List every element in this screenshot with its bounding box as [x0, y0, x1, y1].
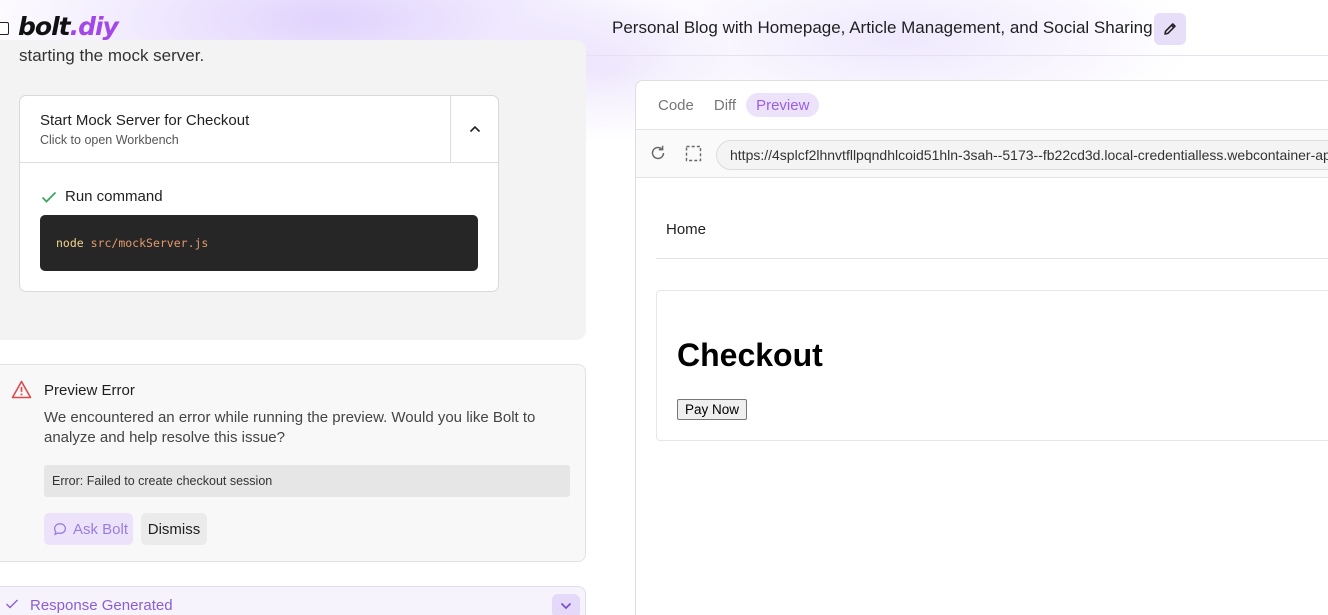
pencil-icon [1164, 23, 1176, 35]
preview-home-link[interactable]: Home [666, 221, 706, 238]
checkout-card: Checkout Pay Now [656, 290, 1328, 441]
logo-accent: .diy [69, 12, 119, 41]
action-title: Start Mock Server for Checkout [40, 112, 250, 129]
warning-icon [11, 380, 32, 399]
browser-toolbar: https://4splcf2lhnvtfllpqndhlcoid51hln-3… [636, 129, 1328, 178]
action-card: Start Mock Server for Checkout Click to … [19, 95, 499, 292]
sidebar-toggle-icon[interactable] [0, 22, 9, 35]
message-text: starting the mock server. [19, 48, 579, 68]
chevron-down-icon [560, 602, 572, 610]
code-argument: src/mockServer.js [90, 236, 209, 250]
response-generated-label: Response Generated [30, 597, 173, 614]
reload-icon[interactable] [649, 144, 667, 162]
error-detail: Error: Failed to create checkout session [44, 465, 570, 497]
logo-main: bolt [18, 12, 71, 41]
run-command-step: Run command [41, 188, 163, 205]
message-text-content: starting the mock server. [19, 48, 205, 65]
preview-frame: Home Checkout Pay Now [636, 178, 1328, 615]
logo: bolt.diy [18, 12, 119, 41]
chevron-up-icon [469, 125, 480, 133]
run-command-label: Run command [65, 188, 163, 205]
error-title: Preview Error [44, 382, 135, 399]
error-description: We encountered an error while running th… [44, 409, 536, 446]
code-command: node [56, 236, 84, 250]
checkout-heading: Checkout [677, 337, 823, 373]
ask-bolt-button[interactable]: Ask Bolt [44, 513, 133, 545]
project-title: Personal Blog with Homepage, Article Man… [612, 18, 1153, 37]
check-icon [6, 599, 18, 609]
edit-title-button[interactable] [1154, 13, 1186, 45]
check-icon [41, 191, 57, 203]
action-card-header[interactable]: Start Mock Server for Checkout Click to … [20, 96, 498, 163]
tab-diff[interactable]: Diff [704, 93, 746, 117]
url-bar[interactable]: https://4splcf2lhnvtfllpqndhlcoid51hln-3… [716, 140, 1328, 170]
dismiss-button[interactable]: Dismiss [141, 513, 207, 545]
workbench-panel: Code Diff Preview https://4splcf2lhnvtfl… [635, 80, 1328, 615]
pay-now-button[interactable]: Pay Now [677, 399, 748, 420]
command-code-block: node src/mockServer.js [40, 215, 478, 271]
ask-bolt-label: Ask Bolt [73, 520, 129, 538]
action-subtitle: Click to open Workbench [40, 133, 179, 147]
preview-nav: Home [656, 178, 1328, 259]
view-tabs: Code Diff Preview [648, 92, 820, 118]
chat-bubble-icon [53, 523, 67, 536]
tab-code[interactable]: Code [648, 93, 704, 117]
expand-response-button[interactable] [552, 594, 580, 615]
tab-preview[interactable]: Preview [746, 93, 820, 117]
select-element-icon[interactable] [685, 145, 702, 162]
collapse-action-button[interactable] [450, 96, 498, 162]
